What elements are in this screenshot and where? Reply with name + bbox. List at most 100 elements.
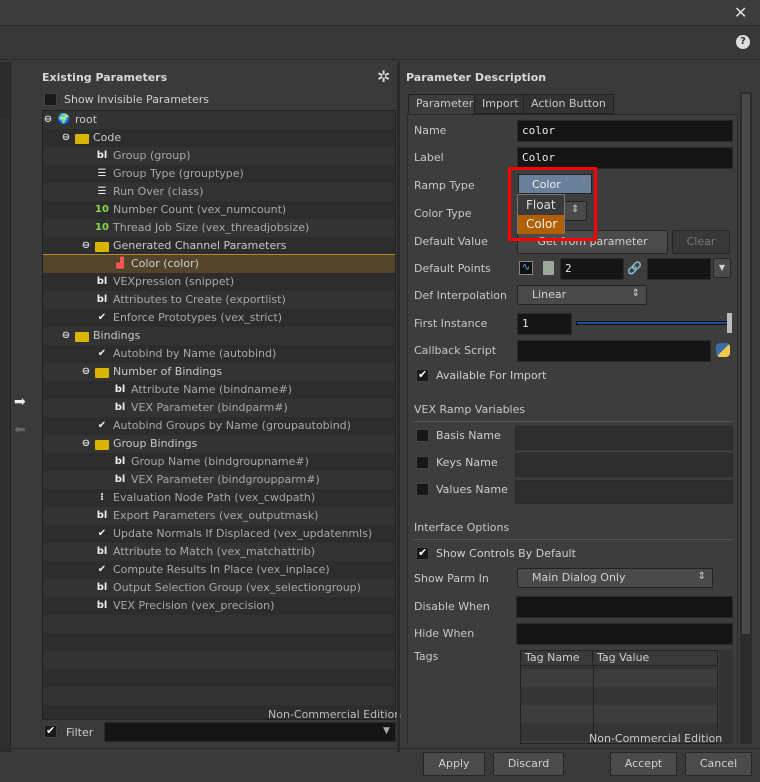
scrollbar[interactable]	[740, 92, 752, 744]
ramp-type-select[interactable]: Color ⇕	[518, 174, 592, 194]
checkbox[interactable]	[44, 93, 57, 106]
tree-row-label: root	[75, 113, 98, 126]
first-instance-input[interactable]: 1	[517, 313, 572, 335]
dropdown-button[interactable]: ▼	[713, 258, 731, 278]
tree-row[interactable]: ✔ Enforce Prototypes (vex_strict)	[43, 309, 395, 327]
collapse-icon[interactable]: ⊖	[59, 131, 73, 145]
python-icon[interactable]	[716, 343, 730, 357]
show-invisible-toggle[interactable]	[44, 93, 57, 109]
keys-name-input[interactable]	[515, 453, 733, 477]
tree-row[interactable]: ☰ Group Type (grouptype)	[43, 165, 395, 183]
callback-label: Callback Script	[414, 344, 497, 357]
ramp-type-options: Float Color	[517, 194, 565, 234]
tree-row[interactable]: 10 Thread Job Size (vex_threadjobsize)	[43, 219, 395, 237]
tree-row[interactable]: ⁝ Evaluation Node Path (vex_cwdpath)	[43, 489, 395, 507]
basis-name-checkbox[interactable]	[416, 429, 429, 445]
def-interp-select[interactable]: Linear ⇕	[517, 285, 647, 305]
tab-parameter[interactable]: Parameter	[408, 94, 482, 114]
tree-row[interactable]: bl VEX Parameter (bindgroupparm#)	[43, 471, 395, 489]
tree-row[interactable]: ⊖ Group Bindings	[43, 435, 395, 453]
basis-name-input[interactable]	[515, 426, 733, 450]
accept-button[interactable]: Accept	[610, 752, 677, 776]
label-input[interactable]: Color	[517, 147, 733, 169]
tree-row[interactable]: bl Group Name (bindgroupname#)	[43, 453, 395, 471]
values-name-input[interactable]	[515, 480, 733, 504]
tree-row[interactable]: bl VEX Precision (vex_precision)	[43, 597, 395, 615]
tag-name-header[interactable]: Tag Name	[521, 651, 593, 665]
tree-row[interactable]: ✔ Autobind by Name (autobind)	[43, 345, 395, 363]
tags-scrollbar[interactable]	[719, 650, 733, 744]
option-float[interactable]: Float	[518, 195, 564, 215]
color-type-label: Color Type	[414, 207, 472, 220]
collapse-icon[interactable]: ⊖	[43, 113, 55, 127]
ramp-type-label: Ramp Type	[414, 179, 475, 192]
collapse-icon[interactable]: ⊖	[79, 239, 93, 253]
collapse-icon[interactable]: ⊖	[59, 329, 73, 343]
tab-import[interactable]: Import	[474, 94, 527, 114]
calculator-icon[interactable]	[543, 261, 554, 275]
move-left-arrow-icon[interactable]: ⬅	[14, 422, 26, 438]
option-color[interactable]: Color	[518, 215, 564, 234]
color-type-select[interactable]: ⇕	[563, 201, 587, 221]
available-import-checkbox[interactable]	[416, 369, 429, 383]
tab-action-button[interactable]: Action Button	[523, 94, 614, 114]
tags-table[interactable]: Tag Name Tag Value	[520, 650, 718, 744]
gear-icon[interactable]: ✲	[377, 67, 390, 86]
tree-row[interactable]: ☰ Run Over (class)	[43, 183, 395, 201]
tree-row[interactable]: ▟ Color (color)	[43, 254, 395, 274]
filter-dropdown-icon[interactable]: ▼	[383, 726, 390, 736]
name-input[interactable]: color	[517, 120, 733, 142]
cancel-button[interactable]: Cancel	[685, 752, 752, 776]
first-instance-slider[interactable]	[576, 321, 728, 325]
tree-row[interactable]: bl Attribute to Match (vex_matchattrib)	[43, 543, 395, 561]
empty-row[interactable]	[43, 687, 395, 705]
help-icon[interactable]: ?	[736, 35, 750, 49]
hide-when-input[interactable]	[516, 623, 733, 645]
tree-row[interactable]: bl Group (group)	[43, 147, 395, 165]
collapse-icon[interactable]: ⊖	[79, 437, 93, 451]
tree-row[interactable]: ⊖ Bindings	[43, 327, 395, 345]
clear-button[interactable]: Clear	[672, 230, 730, 254]
tree-row[interactable]: ⊖ Code	[43, 129, 395, 147]
show-parm-in-value: Main Dialog Only	[532, 571, 626, 584]
tree-row[interactable]: bl Attributes to Create (exportlist)	[43, 291, 395, 309]
tree-row[interactable]: 10 Number Count (vex_numcount)	[43, 201, 395, 219]
tree-row[interactable]: 🌍 ⊖ root	[43, 111, 395, 129]
discard-button[interactable]: Discard	[493, 752, 564, 776]
tag-value-header[interactable]: Tag Value	[593, 651, 649, 665]
tree-row[interactable]: ✔ Compute Results In Place (vex_inplace)	[43, 561, 395, 579]
tree-row[interactable]: bl VEX Parameter (bindparm#)	[43, 399, 395, 417]
callback-input[interactable]	[517, 340, 711, 362]
tree-row[interactable]: bl Output Selection Group (vex_selectiong…	[43, 579, 395, 597]
close-icon[interactable]: ✕	[734, 3, 747, 22]
collapse-icon[interactable]: ⊖	[79, 365, 93, 379]
empty-row[interactable]	[43, 651, 395, 669]
tree-row[interactable]: ✔ Update Normals If Displaced (vex_update…	[43, 525, 395, 543]
default-points-input[interactable]: 2	[560, 258, 624, 280]
empty-row[interactable]	[43, 615, 395, 633]
filter-input[interactable]	[104, 722, 396, 742]
menu-icon: ☰	[97, 168, 107, 179]
apply-button[interactable]: Apply	[423, 752, 485, 776]
panel-divider[interactable]	[397, 62, 400, 752]
values-name-checkbox[interactable]	[416, 483, 429, 499]
tree-row[interactable]: ✔ Autobind Groups by Name (groupautobind)	[43, 417, 395, 435]
tree-row[interactable]: ⊖ Number of Bindings	[43, 363, 395, 381]
tree-row[interactable]: bl VEXpression (snippet)	[43, 273, 395, 291]
tree-row[interactable]: ⊖ Generated Channel Parameters	[43, 237, 395, 255]
link-icon[interactable]: 🔗	[627, 261, 642, 275]
show-controls-checkbox[interactable]	[416, 547, 429, 561]
curve-icon[interactable]: ∿	[519, 261, 533, 275]
empty-row[interactable]	[43, 633, 395, 651]
keys-name-checkbox[interactable]	[416, 456, 429, 472]
slider-handle[interactable]	[727, 313, 732, 333]
default-points-extra-input[interactable]	[647, 258, 711, 280]
disable-when-input[interactable]	[516, 596, 733, 618]
filter-toggle[interactable]	[44, 725, 57, 739]
move-right-arrow-icon[interactable]: ➡	[14, 394, 26, 410]
tree-row[interactable]: bl Export Parameters (vex_outputmask)	[43, 507, 395, 525]
empty-row[interactable]	[43, 669, 395, 687]
show-parm-in-select[interactable]: Main Dialog Only ⇕	[517, 568, 713, 588]
parameter-tree[interactable]: 🌍 ⊖ root ⊖ Code bl Group (group) ☰ Group Type (g…	[42, 110, 396, 720]
tree-row[interactable]: bl Attribute Name (bindname#)	[43, 381, 395, 399]
